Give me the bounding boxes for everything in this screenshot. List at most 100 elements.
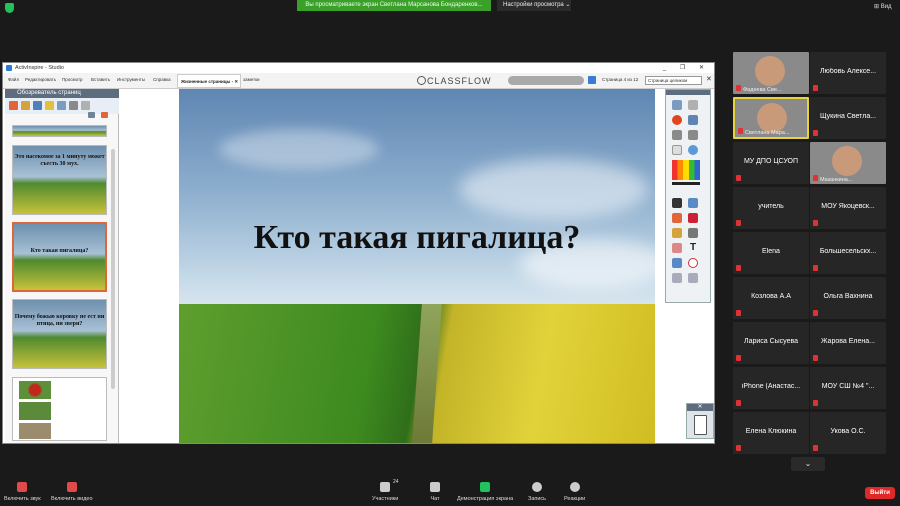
page-thumbnail[interactable]: Почему божью коровку не ест ни птица, ни… [12, 299, 107, 369]
voting-icon[interactable] [81, 101, 90, 110]
participant-tile[interactable]: Козлова А.А [733, 277, 809, 319]
shape-icon[interactable] [688, 228, 698, 238]
menu-file[interactable]: Файл [8, 77, 19, 82]
clear-icon[interactable] [672, 258, 682, 268]
view-button[interactable]: ⊞ Вид [874, 3, 892, 10]
connector-icon[interactable] [672, 243, 682, 253]
classflow-label: CLASSFLOW [427, 76, 492, 86]
grid-view-icon[interactable] [88, 112, 95, 118]
participant-name: Укова О.С. [830, 428, 866, 435]
participant-tile[interactable]: iPhone (Анастас... [733, 367, 809, 409]
participant-name: Козлова А.А [751, 293, 791, 300]
globe-icon[interactable] [688, 145, 698, 155]
participant-tile[interactable]: Мазанкина... [810, 142, 886, 184]
trash-bin[interactable]: ✕ [686, 403, 714, 439]
notes-icon[interactable] [45, 101, 54, 110]
mic-muted-icon [17, 482, 28, 492]
page-browser-header: Обозреватель страниц [5, 89, 119, 98]
start-video-label: Включить видео [51, 496, 93, 502]
menu-help[interactable]: Справка [153, 77, 171, 82]
pen-width-slider[interactable] [672, 182, 700, 185]
unmute-button[interactable]: Включить звук [4, 478, 41, 502]
reset-icon[interactable] [672, 145, 682, 155]
main-menu-icon[interactable] [672, 100, 682, 110]
participant-tile[interactable]: Светлана Мара... [733, 97, 809, 139]
page-view-select[interactable]: Страница целиком [645, 76, 702, 85]
stop-icon[interactable] [672, 115, 682, 125]
record-label: Запись [528, 496, 547, 502]
participant-video [757, 103, 787, 133]
record-button[interactable]: Запись [528, 478, 546, 502]
participant-tile[interactable]: Ольга Вахнина [810, 277, 886, 319]
eraser-icon[interactable] [688, 213, 698, 223]
browsers-icon[interactable] [688, 100, 698, 110]
properties-icon[interactable] [57, 101, 66, 110]
mic-muted-icon [813, 445, 818, 451]
start-video-button[interactable]: Включить видео [51, 478, 93, 502]
participant-tile[interactable]: Elena [733, 232, 809, 274]
chat-label: Чат [430, 496, 440, 502]
resources-icon[interactable] [21, 101, 30, 110]
leave-button[interactable]: Выйти [865, 487, 895, 499]
text-icon[interactable]: T [688, 243, 698, 253]
participant-tile[interactable]: Большесельскх... [810, 232, 886, 274]
tab-notes[interactable]: заметки [243, 77, 260, 82]
participant-tile[interactable]: МОУ Якоцевск... [810, 187, 886, 229]
participant-tile[interactable]: МОУ СШ №4 "... [810, 367, 886, 409]
participant-tile[interactable]: Фадеева Све... [733, 52, 809, 94]
select-icon[interactable] [672, 198, 682, 208]
list-view-icon[interactable] [101, 112, 108, 118]
participant-tile[interactable]: Елена Клюкина [733, 412, 809, 454]
participant-tile[interactable]: Жарова Елена... [810, 322, 886, 364]
participant-name: Elena [762, 248, 780, 255]
objects-icon[interactable] [33, 101, 42, 110]
tab-flipchart[interactable]: Жизненные страницы - ✕ [177, 74, 241, 88]
share-banner: Вы просматриваете экран Светлана Марсано… [297, 0, 491, 11]
classflow-login-field[interactable] [508, 76, 584, 85]
participant-tile[interactable]: Лариса Сысуева [733, 322, 809, 364]
reactions-button[interactable]: Реакции [564, 478, 585, 502]
window-controls[interactable]: _ ❐ ✕ [663, 63, 710, 73]
share-screen-button[interactable]: Демонстрация экрана [457, 478, 513, 502]
participant-tile[interactable]: Любовь Алексе... [810, 52, 886, 94]
pages-icon[interactable] [9, 101, 18, 110]
screen-icon[interactable] [588, 76, 596, 84]
close-icon[interactable]: ✕ [706, 75, 712, 83]
page-browser-scrollbar[interactable] [111, 149, 115, 389]
chevron-down-icon[interactable]: ⌄ [791, 457, 825, 471]
participant-tile[interactable]: МУ ДПО ЦСУОП [733, 142, 809, 184]
page-thumbnail[interactable]: Это насекомое за 1 минуту может съесть 3… [12, 145, 107, 215]
participant-tile[interactable]: Укова О.С. [810, 412, 886, 454]
screen-share-icon[interactable] [688, 115, 698, 125]
undo-icon[interactable] [672, 273, 682, 283]
shield-icon[interactable] [5, 3, 14, 13]
participant-tile[interactable]: Щукина Светла... [810, 97, 886, 139]
menu-tools[interactable]: Инструменты [117, 77, 145, 82]
video-off-icon [66, 482, 77, 492]
menu-view[interactable]: Просмотр [62, 77, 83, 82]
menu-edit[interactable]: Редактировать [25, 77, 56, 82]
page-thumbnail[interactable] [12, 125, 107, 137]
redo-icon[interactable] [688, 273, 698, 283]
color-palette[interactable] [672, 160, 700, 180]
menu-insert[interactable]: Вставить [91, 77, 110, 82]
toolbox-handle[interactable] [666, 90, 710, 95]
page-forward-icon[interactable] [688, 130, 698, 140]
participant-video [832, 146, 862, 176]
page-back-icon[interactable] [672, 130, 682, 140]
participants-icon [380, 482, 391, 492]
mic-muted-icon [813, 355, 818, 361]
clock-icon[interactable] [688, 258, 698, 268]
flipchart-page[interactable]: Кто такая пигалица? [179, 89, 655, 443]
page-thumbnail[interactable] [12, 377, 107, 441]
actions-icon[interactable] [69, 101, 78, 110]
pen-icon[interactable] [688, 198, 698, 208]
fill-icon[interactable] [672, 228, 682, 238]
chat-button[interactable]: Чат [430, 478, 440, 502]
highlighter-icon[interactable] [672, 213, 682, 223]
participant-tile[interactable]: учитель [733, 187, 809, 229]
close-icon[interactable]: ✕ [687, 404, 713, 411]
view-settings-button[interactable]: Настройки просмотра ⌄ [497, 0, 571, 11]
page-thumbnail-selected[interactable]: Кто такая пигалица? [12, 222, 107, 292]
app-logo-icon [6, 65, 12, 71]
